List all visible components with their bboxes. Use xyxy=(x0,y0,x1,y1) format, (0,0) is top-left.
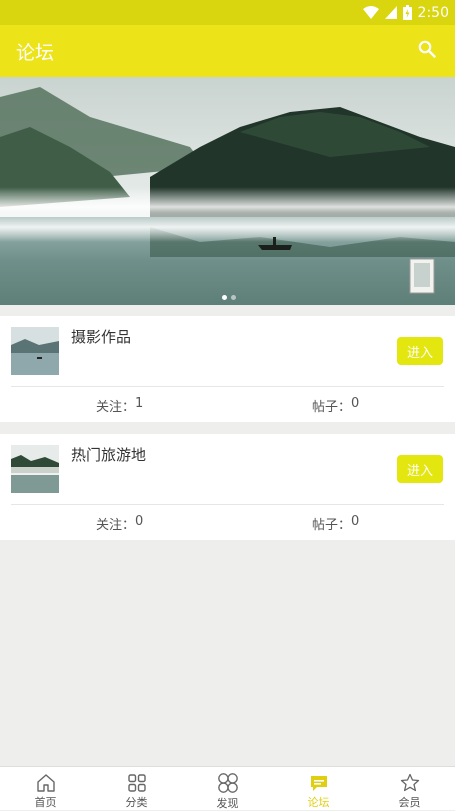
forum-title: 摄影作品 xyxy=(71,328,132,346)
forum-title: 热门旅游地 xyxy=(71,446,147,464)
forum-card[interactable]: 热门旅游地 进入 关注： 0 帖子： 0 xyxy=(0,434,455,540)
carousel-dot[interactable] xyxy=(222,295,227,300)
forum-thumbnail xyxy=(11,445,59,493)
follow-value: 1 xyxy=(135,396,144,411)
enter-button[interactable]: 进入 xyxy=(397,455,443,483)
nav-label: 首页 xyxy=(34,796,57,809)
divider xyxy=(11,504,444,505)
search-button[interactable] xyxy=(413,37,441,65)
nav-label: 分类 xyxy=(125,796,148,809)
carousel-dot[interactable] xyxy=(231,295,236,300)
home-icon xyxy=(35,772,57,793)
nav-item-discover[interactable]: 发现 xyxy=(182,767,273,810)
nav-item-forum[interactable]: 论坛 xyxy=(273,767,364,810)
nav-label: 论坛 xyxy=(307,796,330,809)
signal-icon xyxy=(384,6,397,19)
bottom-nav: 首页 分类 发现 论坛 会员 xyxy=(0,766,455,810)
post-count: 帖子： 0 xyxy=(312,396,359,415)
star-icon xyxy=(399,772,421,793)
nav-label: 会员 xyxy=(398,796,421,809)
posts-label: 帖子： xyxy=(312,400,352,415)
discover-icon xyxy=(217,772,239,794)
forum-icon xyxy=(308,772,330,793)
enter-button[interactable]: 进入 xyxy=(397,337,443,365)
nav-item-category[interactable]: 分类 xyxy=(91,767,182,810)
divider xyxy=(11,386,444,387)
posts-value: 0 xyxy=(351,514,360,529)
posts-value: 0 xyxy=(351,396,360,411)
battery-icon xyxy=(402,5,412,20)
carousel-indicator xyxy=(222,295,236,300)
status-bar: 2:50 xyxy=(0,0,455,25)
forum-thumbnail xyxy=(11,327,59,375)
follow-count: 关注： 1 xyxy=(96,396,143,415)
posts-label: 帖子： xyxy=(312,518,352,533)
wifi-icon xyxy=(362,6,379,19)
follow-count: 关注： 0 xyxy=(96,514,143,533)
page-title: 论坛 xyxy=(16,41,55,64)
post-count: 帖子： 0 xyxy=(312,514,359,533)
forum-card[interactable]: 摄影作品 进入 关注： 1 帖子： 0 xyxy=(0,316,455,422)
banner-image xyxy=(0,77,455,305)
follow-label: 关注： xyxy=(96,400,136,415)
follow-label: 关注： xyxy=(96,518,136,533)
status-time: 2:50 xyxy=(417,4,449,21)
app-bar: 论坛 xyxy=(0,25,455,77)
grid-icon xyxy=(126,772,148,793)
banner-carousel[interactable] xyxy=(0,77,455,305)
search-icon xyxy=(418,40,436,62)
follow-value: 0 xyxy=(135,514,144,529)
nav-item-member[interactable]: 会员 xyxy=(364,767,455,810)
nav-item-home[interactable]: 首页 xyxy=(0,767,91,810)
